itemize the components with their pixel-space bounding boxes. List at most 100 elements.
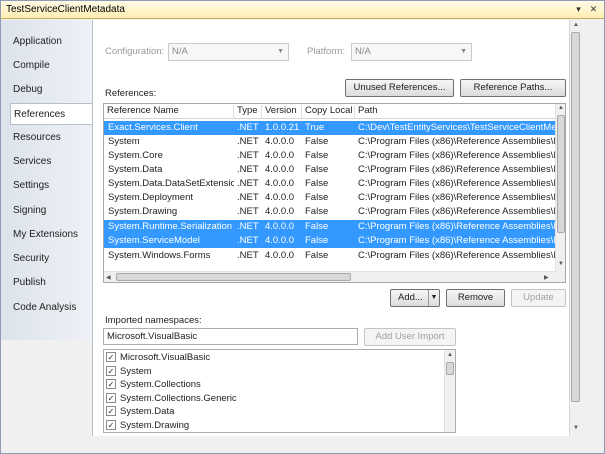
sidebar-item-settings[interactable]: Settings: [13, 175, 91, 197]
reference-row[interactable]: System.Windows.Forms .NET 4.0.0.0 False …: [104, 249, 556, 263]
namespace-item[interactable]: ✓ System.Drawing: [106, 420, 190, 432]
remove-reference-button[interactable]: Remove: [446, 289, 505, 307]
reference-path: C:\Program Files (x86)\Reference Assembl…: [358, 150, 556, 161]
sidebar-item-debug[interactable]: Debug: [13, 79, 91, 101]
reference-type: .NET: [237, 178, 259, 189]
namespace-item[interactable]: ✓ System.Collections.Generic: [106, 393, 237, 406]
reference-name: System.Core: [108, 150, 163, 161]
reference-row[interactable]: System .NET 4.0.0.0 False C:\Program Fil…: [104, 135, 556, 149]
unused-references-button[interactable]: Unused References...: [345, 79, 454, 97]
checkbox-checked-icon[interactable]: ✓: [106, 393, 116, 404]
reference-paths-button[interactable]: Reference Paths...: [460, 79, 566, 97]
sidebar-item-publish[interactable]: Publish: [13, 272, 91, 294]
document-tab-title[interactable]: TestServiceClientMetadata: [6, 4, 125, 15]
column-header-path[interactable]: Path: [355, 105, 555, 118]
reference-copy-local: False: [305, 221, 329, 232]
column-header-version[interactable]: Version: [262, 105, 302, 118]
column-header-reference-name[interactable]: Reference Name: [104, 105, 234, 118]
sidebar-item-security[interactable]: Security: [13, 248, 91, 270]
chevron-down-icon: ▼: [277, 48, 284, 55]
scroll-down-icon[interactable]: ▼: [558, 261, 564, 267]
reference-row[interactable]: System.Deployment .NET 4.0.0.0 False C:\…: [104, 191, 556, 205]
namespace-label: System.Data: [120, 406, 175, 417]
namespace-label: System: [120, 366, 152, 377]
reference-copy-local: False: [305, 178, 329, 189]
reference-path: C:\Program Files (x86)\Reference Assembl…: [358, 178, 556, 189]
reference-type: .NET: [237, 206, 259, 217]
references-vertical-scrollbar[interactable]: ▲ ▼: [555, 104, 565, 282]
reference-name: System: [108, 136, 140, 147]
reference-row[interactable]: System.Core .NET 4.0.0.0 False C:\Progra…: [104, 149, 556, 163]
sidebar-item-signing[interactable]: Signing: [13, 200, 91, 222]
platform-combo[interactable]: N/A ▼: [351, 43, 472, 61]
namespace-label: System.Drawing: [120, 420, 190, 431]
sidebar-item-my-extensions[interactable]: My Extensions: [13, 224, 91, 246]
reference-path: C:\Program Files (x86)\Reference Assembl…: [358, 221, 556, 232]
imported-namespaces-list[interactable]: ✓ Microsoft.VisualBasic ✓ System ✓ System.C…: [103, 349, 456, 433]
namespaces-vertical-scrollbar[interactable]: ▲: [444, 350, 455, 432]
sidebar-item-compile[interactable]: Compile: [13, 55, 91, 77]
sidebar-item-application[interactable]: Application: [13, 31, 91, 53]
references-hscroll-thumb[interactable]: [116, 273, 351, 281]
sidebar-item-resources[interactable]: Resources: [13, 127, 91, 149]
reference-name: System.Deployment: [108, 192, 194, 203]
reference-path: C:\Program Files (x86)\Reference Assembl…: [358, 206, 556, 217]
sidebar-item-references[interactable]: References: [10, 103, 95, 125]
checkbox-checked-icon[interactable]: ✓: [106, 352, 116, 363]
chevron-down-icon[interactable]: ▼: [428, 290, 439, 306]
close-icon[interactable]: ✕: [588, 4, 599, 15]
page-scroll-thumb[interactable]: [571, 32, 580, 402]
namespace-item[interactable]: ✓ Microsoft.VisualBasic: [106, 352, 210, 365]
configuration-combo[interactable]: N/A ▼: [168, 43, 289, 61]
reference-version: 4.0.0.0: [265, 206, 295, 217]
add-user-import-button[interactable]: Add User Import: [364, 328, 456, 346]
scroll-down-icon[interactable]: ▼: [573, 425, 579, 431]
namespace-item[interactable]: ✓ System.Data: [106, 406, 174, 419]
sidebar-item-services[interactable]: Services: [13, 151, 91, 173]
page-vertical-scrollbar[interactable]: ▲ ▼: [569, 20, 581, 436]
sidebar-background: [1, 340, 92, 453]
reference-row[interactable]: System.Data.DataSetExtensions .NET 4.0.0…: [104, 177, 556, 191]
reference-row[interactable]: Exact.Services.Client .NET 1.0.0.21 True…: [104, 121, 556, 135]
references-grid[interactable]: Reference Name Type Version Copy Local P…: [103, 103, 566, 283]
namespace-item[interactable]: ✓ System.Collections: [106, 379, 201, 392]
reference-row[interactable]: System.Data .NET 4.0.0.0 False C:\Progra…: [104, 163, 556, 177]
namespaces-scroll-thumb[interactable]: [446, 362, 454, 375]
checkbox-checked-icon[interactable]: ✓: [106, 366, 116, 377]
scroll-left-icon[interactable]: ◀: [106, 274, 111, 281]
sidebar-item-code-analysis[interactable]: Code Analysis: [13, 297, 91, 319]
column-header-type[interactable]: Type: [234, 105, 262, 118]
namespace-item[interactable]: ✓ System: [106, 366, 152, 379]
reference-version: 4.0.0.0: [265, 164, 295, 175]
reference-path: C:\Program Files (x86)\Reference Assembl…: [358, 250, 556, 261]
reference-name: System.Runtime.Serialization: [108, 221, 233, 232]
scroll-up-icon[interactable]: ▲: [447, 352, 453, 358]
references-horizontal-scrollbar[interactable]: ◀ ▶: [104, 271, 556, 282]
references-grid-header: Reference Name Type Version Copy Local P…: [104, 104, 559, 119]
scroll-up-icon[interactable]: ▲: [558, 105, 564, 111]
checkbox-checked-icon[interactable]: ✓: [106, 406, 116, 417]
update-reference-button[interactable]: Update: [511, 289, 566, 307]
reference-row[interactable]: System.ServiceModel .NET 4.0.0.0 False C…: [104, 234, 556, 248]
platform-value: N/A: [355, 46, 371, 57]
column-header-copy-local[interactable]: Copy Local: [302, 105, 355, 118]
namespace-input[interactable]: Microsoft.VisualBasic: [103, 328, 358, 345]
reference-version: 4.0.0.0: [265, 178, 295, 189]
dropdown-arrow-icon[interactable]: ▾: [573, 4, 584, 15]
scroll-right-icon[interactable]: ▶: [544, 274, 549, 281]
scroll-up-icon[interactable]: ▲: [573, 22, 579, 28]
reference-type: .NET: [237, 164, 259, 175]
add-reference-button[interactable]: Add... ▼: [390, 289, 440, 307]
checkbox-checked-icon[interactable]: ✓: [106, 420, 116, 431]
references-scroll-thumb[interactable]: [557, 115, 565, 233]
reference-row[interactable]: System.Runtime.Serialization .NET 4.0.0.…: [104, 220, 556, 234]
reference-row[interactable]: System.Drawing .NET 4.0.0.0 False C:\Pro…: [104, 205, 556, 219]
add-reference-label: Add...: [398, 292, 423, 303]
reference-type: .NET: [237, 235, 259, 246]
property-pages-sidebar: Application Compile Debug References Res…: [1, 20, 95, 453]
reference-copy-local: True: [305, 122, 325, 133]
reference-copy-local: False: [305, 150, 329, 161]
imported-namespaces-label: Imported namespaces:: [105, 315, 202, 326]
reference-name: System.Data.DataSetExtensions: [108, 178, 234, 189]
checkbox-checked-icon[interactable]: ✓: [106, 379, 116, 390]
